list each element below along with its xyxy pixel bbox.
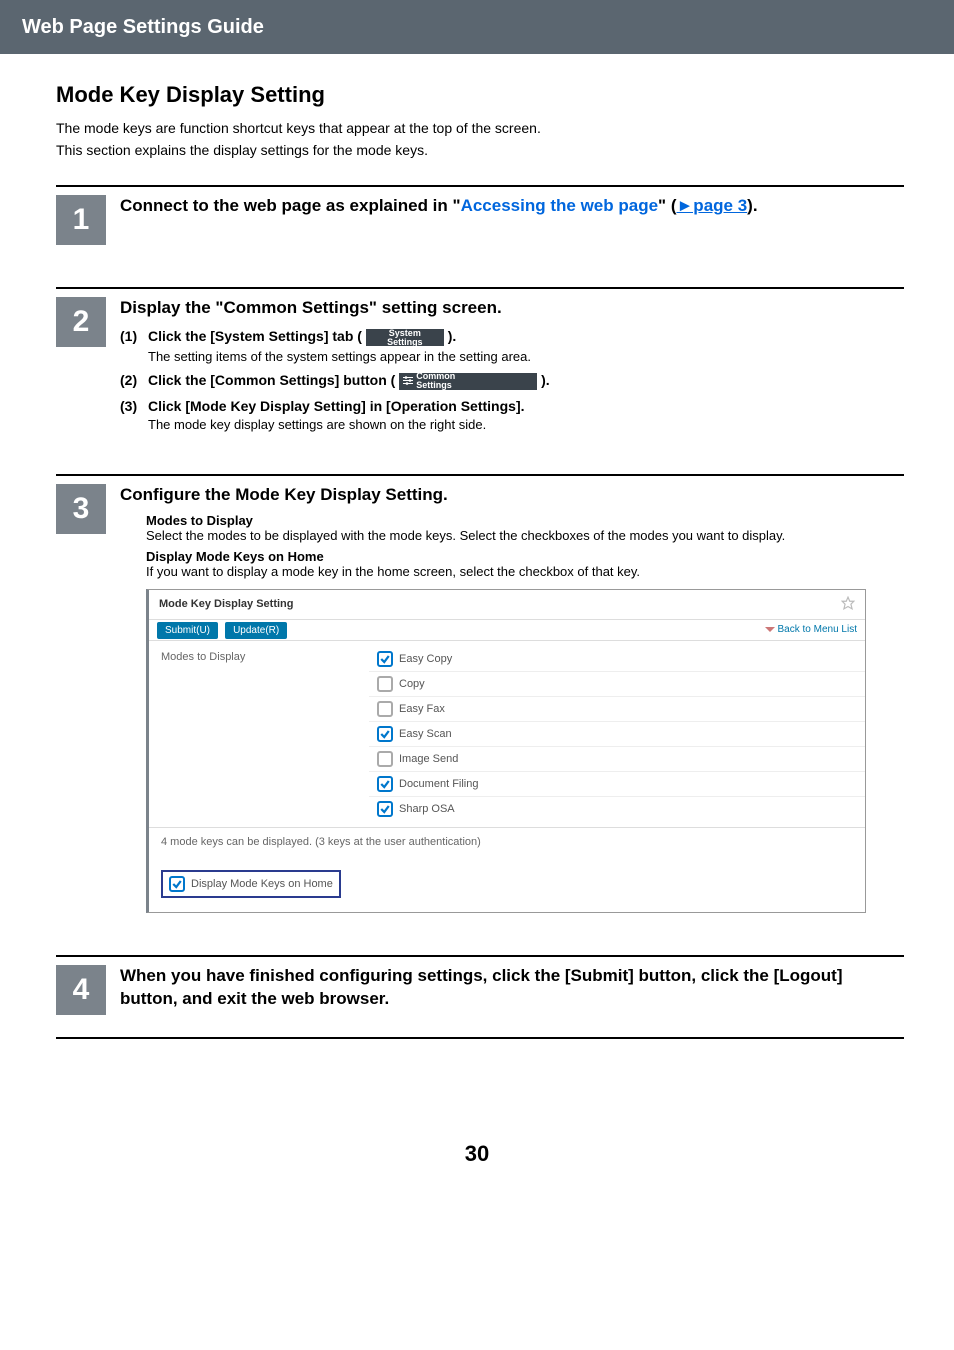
mode-row[interactable]: Copy (369, 672, 865, 697)
checkbox-icon (377, 701, 393, 717)
submit-button[interactable]: Submit(U) (157, 622, 218, 639)
substep-3: (3) Click [Mode Key Display Setting] in … (120, 398, 904, 432)
substep-text: Click [Mode Key Display Setting] in [Ope… (148, 398, 525, 414)
checkbox-icon (377, 801, 393, 817)
screenshot-title-bar: Mode Key Display Setting (149, 590, 865, 620)
rule (56, 185, 904, 187)
substep-num: (1) (120, 328, 148, 344)
modes-to-display-group: Modes to Display Select the modes to be … (120, 513, 904, 579)
substep-desc: The setting items of the system settings… (148, 349, 904, 364)
mode-label: Easy Copy (399, 653, 452, 665)
substep-text: Click the [System Settings] tab ( System… (148, 328, 456, 344)
mode-row[interactable]: Sharp OSA (369, 797, 865, 821)
step-number-3: 3 (56, 484, 106, 534)
rule (56, 287, 904, 289)
step-number-2: 2 (56, 297, 106, 347)
step-2: 2 Display the "Common Settings" setting … (56, 287, 904, 450)
step-3: 3 Configure the Mode Key Display Setting… (56, 474, 904, 931)
substep-num: (2) (120, 372, 148, 388)
rule (56, 955, 904, 957)
mode-label: Easy Scan (399, 728, 452, 740)
mode-row[interactable]: Image Send (369, 747, 865, 772)
step-number-4: 4 (56, 965, 106, 1015)
back-to-menu-link[interactable]: Back to Menu List (765, 624, 857, 635)
content: Mode Key Display Setting The mode keys a… (0, 54, 954, 1071)
text: Connect to the web page as explained in … (120, 196, 461, 215)
mode-row[interactable]: Easy Copy (369, 647, 865, 672)
step-1: 1 Connect to the web page as explained i… (56, 185, 904, 263)
checkbox-icon (169, 876, 185, 892)
text: " ( (658, 196, 676, 215)
header-title: Web Page Settings Guide (22, 16, 264, 39)
step-2-heading: Display the "Common Settings" setting sc… (120, 297, 904, 320)
modes-note: 4 mode keys can be displayed. (3 keys at… (149, 827, 865, 856)
mode-label: Sharp OSA (399, 803, 455, 815)
mode-label: Image Send (399, 753, 458, 765)
substep-num: (3) (120, 398, 148, 414)
settings-screenshot: Mode Key Display Setting Submit(U) Updat… (146, 589, 866, 913)
rule (56, 1037, 904, 1039)
group-desc: If you want to display a mode key in the… (146, 564, 904, 579)
update-button[interactable]: Update(R) (225, 622, 287, 639)
common-settings-button-chip: Common Settings (399, 373, 537, 390)
checkbox-icon (377, 751, 393, 767)
modes-table-label: Modes to Display (149, 641, 369, 827)
screenshot-title-text: Mode Key Display Setting (159, 598, 293, 610)
group-header: Display Mode Keys on Home (146, 549, 904, 564)
display-mode-keys-home-checkbox[interactable]: Display Mode Keys on Home (161, 870, 341, 898)
step-1-heading: Connect to the web page as explained in … (120, 195, 904, 218)
link-page-3[interactable]: ►page 3 (676, 196, 747, 215)
mode-label: Copy (399, 678, 425, 690)
rule (56, 474, 904, 476)
modes-list: Easy Copy Copy Easy Fax Easy Scan Image Send… (369, 641, 865, 827)
settings-slider-icon (403, 376, 413, 386)
checkbox-label: Display Mode Keys on Home (191, 878, 333, 890)
mode-row[interactable]: Easy Scan (369, 722, 865, 747)
modes-table: Modes to Display Easy CopyCopyEasy FaxEa… (149, 641, 865, 827)
header-bar: Web Page Settings Guide (0, 0, 954, 54)
screenshot-button-row: Submit(U) Update(R) Back to Menu List (149, 620, 865, 641)
checkbox-icon (377, 676, 393, 692)
step-4-heading: When you have finished configuring setti… (120, 965, 904, 1011)
substep-desc: The mode key display settings are shown … (148, 417, 904, 432)
favorite-star-icon[interactable] (841, 596, 855, 613)
substep-2: (2) Click the [Common Settings] button (… (120, 372, 904, 390)
step-3-heading: Configure the Mode Key Display Setting. (120, 484, 904, 507)
intro-block: The mode keys are function shortcut keys… (56, 118, 904, 161)
checkbox-icon (377, 776, 393, 792)
mode-label: Document Filing (399, 778, 478, 790)
text: ). (747, 196, 757, 215)
mode-row[interactable]: Document Filing (369, 772, 865, 797)
intro-line-1: The mode keys are function shortcut keys… (56, 118, 904, 140)
page-number: 30 (0, 1141, 954, 1167)
link-accessing-web-page[interactable]: Accessing the web page (461, 196, 658, 215)
step-4: 4 When you have finished configuring set… (56, 955, 904, 1071)
mode-row[interactable]: Easy Fax (369, 697, 865, 722)
group-desc: Select the modes to be displayed with th… (146, 528, 904, 543)
substep-text: Click the [Common Settings] button ( Com… (148, 372, 550, 388)
page-title: Mode Key Display Setting (56, 82, 904, 108)
checkbox-icon (377, 726, 393, 742)
step-number-1: 1 (56, 195, 106, 245)
intro-line-2: This section explains the display settin… (56, 140, 904, 162)
system-settings-tab-chip: System Settings (366, 329, 444, 346)
mode-label: Easy Fax (399, 703, 445, 715)
substep-1: (1) Click the [System Settings] tab ( Sy… (120, 328, 904, 364)
group-header: Modes to Display (146, 513, 904, 528)
checkbox-icon (377, 651, 393, 667)
